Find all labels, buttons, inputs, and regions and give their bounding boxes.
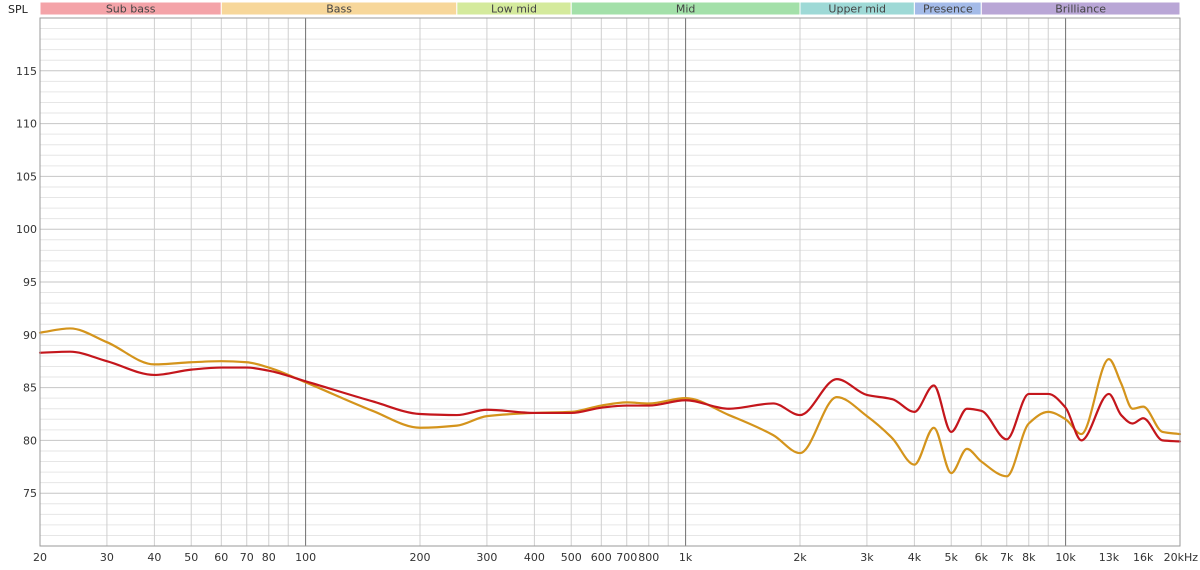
x-tick-label: 20kHz <box>1164 551 1199 564</box>
y-tick-label: 110 <box>16 118 37 131</box>
y-tick-label: 75 <box>23 487 37 500</box>
y-tick-label: 80 <box>23 434 37 447</box>
x-tick-label: 1k <box>679 551 693 564</box>
x-tick-label: 700 <box>616 551 637 564</box>
x-tick-label: 8k <box>1022 551 1036 564</box>
y-tick-label: 90 <box>23 329 37 342</box>
band-label: Sub bass <box>106 3 156 16</box>
x-tick-label: 200 <box>410 551 431 564</box>
x-tick-label: 30 <box>100 551 114 564</box>
x-tick-label: 100 <box>295 551 316 564</box>
x-tick-label: 6k <box>975 551 989 564</box>
x-tick-label: 600 <box>591 551 612 564</box>
x-tick-label: 4k <box>908 551 922 564</box>
x-tick-label: 300 <box>476 551 497 564</box>
x-tick-label: 3k <box>860 551 874 564</box>
x-tick-label: 40 <box>147 551 161 564</box>
band-label: Mid <box>676 3 696 16</box>
x-axis-ticks: 20 30 40 50 60 70 80 100 200 300 400 500 600 700 800 1k… <box>33 551 1198 564</box>
band-label: Low mid <box>491 3 537 16</box>
y-tick-label: 85 <box>23 382 37 395</box>
x-tick-label: 80 <box>262 551 276 564</box>
x-tick-label: 2k <box>793 551 807 564</box>
band-label: Presence <box>923 3 973 16</box>
band-label: Brilliance <box>1055 3 1106 16</box>
x-tick-label: 70 <box>240 551 254 564</box>
x-tick-label: 5k <box>945 551 959 564</box>
y-tick-label: 115 <box>16 65 37 78</box>
x-tick-label: 500 <box>561 551 582 564</box>
frequency-response-chart: Sub bass Bass Low mid Mid Upper mid Presence B… <box>8 1 1198 564</box>
band-label: Upper mid <box>828 3 886 16</box>
frequency-bands: Sub bass Bass Low mid Mid Upper mid Presence B… <box>39 1 1181 16</box>
x-tick-label: 20 <box>33 551 47 564</box>
x-tick-label: 800 <box>638 551 659 564</box>
x-tick-label: 7k <box>1000 551 1014 564</box>
x-tick-label: 13k <box>1099 551 1120 564</box>
x-tick-label: 10k <box>1055 551 1076 564</box>
y-axis-ticks: 75 80 85 90 95 100 105 110 115 <box>16 65 37 500</box>
band-label: Bass <box>326 3 352 16</box>
x-tick-label: 60 <box>214 551 228 564</box>
x-tick-label: 400 <box>524 551 545 564</box>
x-tick-label: 50 <box>184 551 198 564</box>
y-tick-label: 100 <box>16 223 37 236</box>
x-tick-label: 16k <box>1133 551 1154 564</box>
y-axis-title: SPL <box>8 3 29 16</box>
y-tick-label: 105 <box>16 170 37 183</box>
y-tick-label: 95 <box>23 276 37 289</box>
